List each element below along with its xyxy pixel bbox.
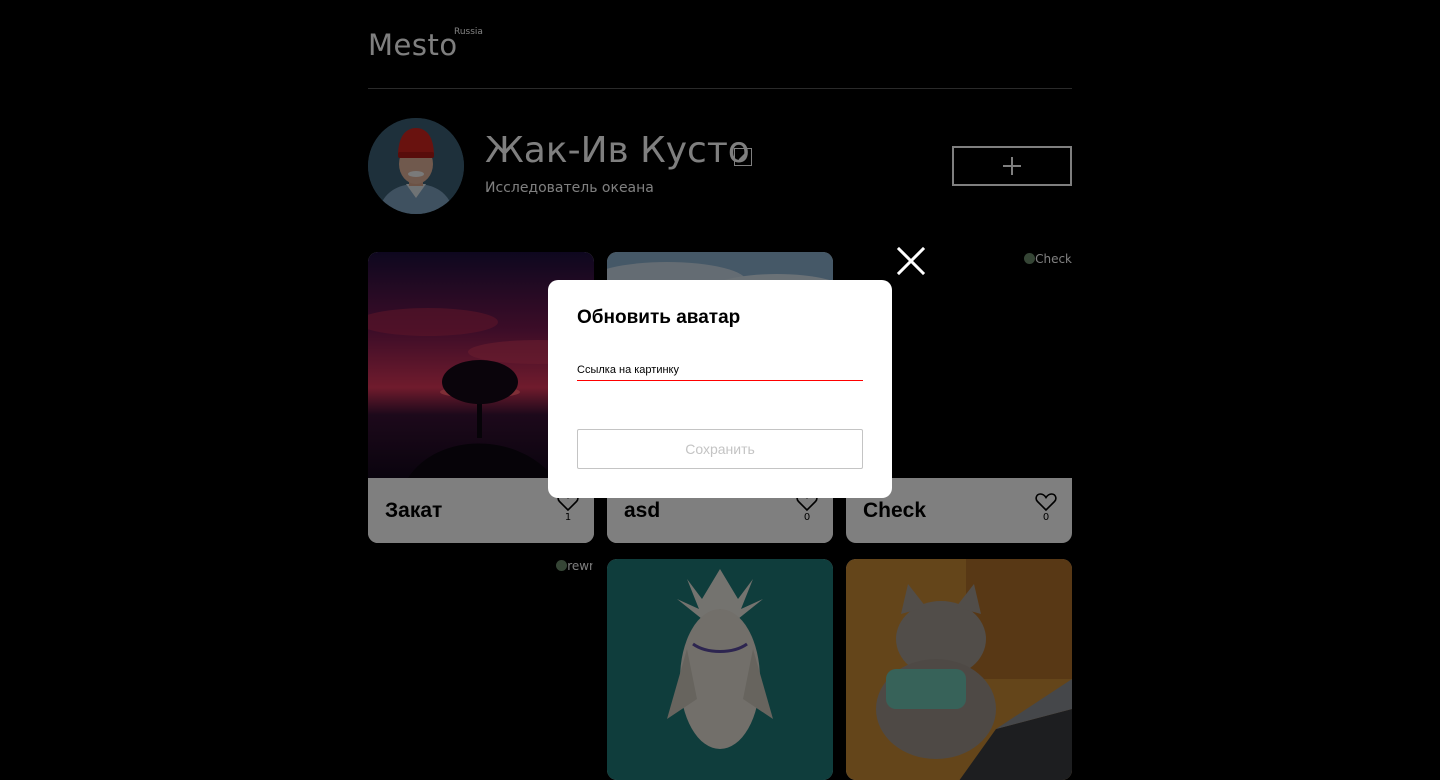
update-avatar-popup: Обновить аватар Сохранить xyxy=(548,280,892,498)
popup-title: Обновить аватар xyxy=(577,307,741,328)
close-icon xyxy=(896,246,926,276)
avatar-link-input[interactable] xyxy=(577,360,863,381)
save-button[interactable]: Сохранить xyxy=(577,429,863,469)
close-popup-button[interactable] xyxy=(894,244,928,278)
